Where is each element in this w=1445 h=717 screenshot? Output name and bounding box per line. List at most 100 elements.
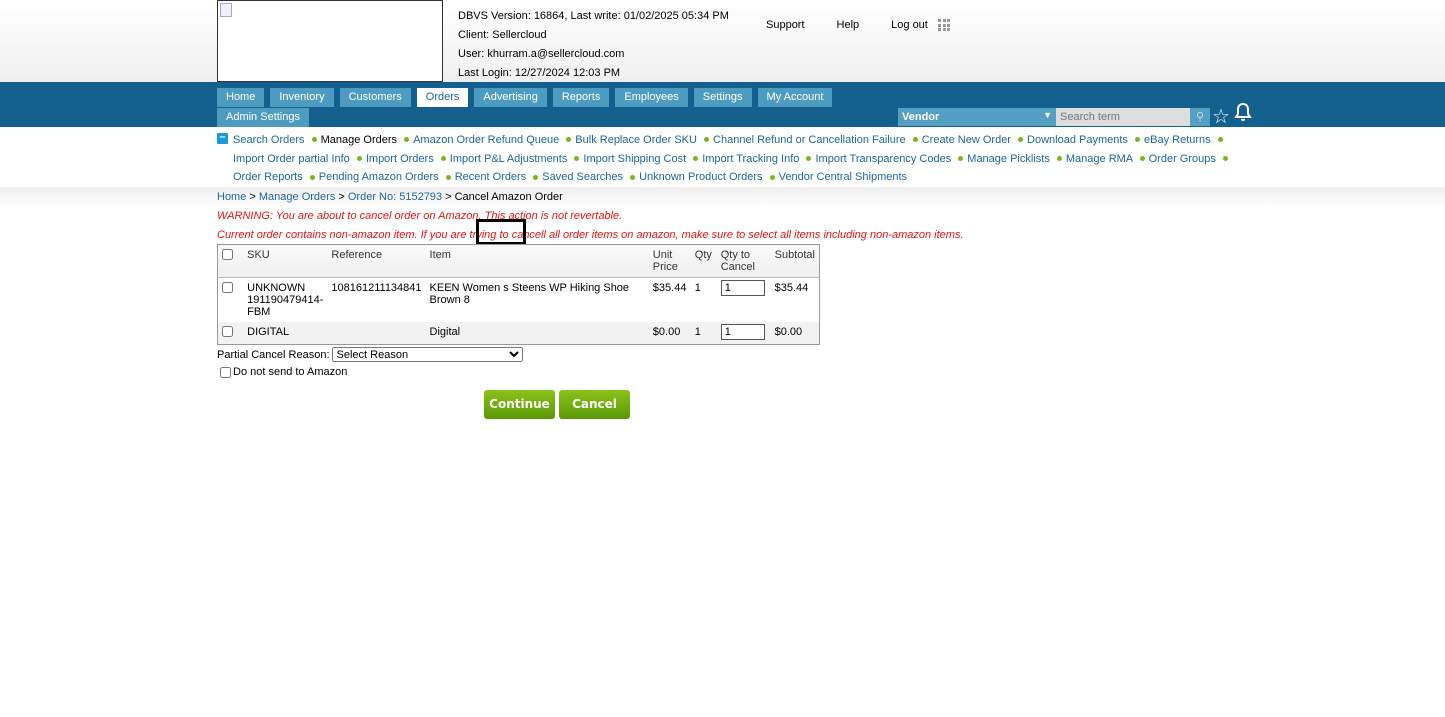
search-input[interactable] (1056, 108, 1190, 126)
subnav-import-p-l-adjustments[interactable]: Import P&L Adjustments (450, 153, 568, 165)
row-checkbox[interactable] (222, 282, 233, 293)
bullet-icon (1056, 155, 1062, 161)
bullet-icon (574, 155, 580, 161)
table-row: UNKNOWN 191190479414-FBM 108161211134841… (218, 278, 820, 323)
version-text: DBVS Version: 16864, Last write: 01/02/2… (458, 10, 729, 22)
subnav-manage-picklists[interactable]: Manage Picklists (967, 153, 1050, 165)
bullet-icon (533, 174, 539, 180)
bullet-icon (630, 174, 636, 180)
tab-employees[interactable]: Employees (615, 88, 688, 107)
search-type-select[interactable]: Vendor ▼ (898, 108, 1056, 126)
bullet-icon (1135, 137, 1140, 143)
bullet-icon (440, 155, 446, 161)
col-reference: Reference (327, 244, 426, 278)
tab-settings[interactable]: Settings (693, 88, 752, 107)
star-icon[interactable]: ☆ (1212, 104, 1230, 129)
col-qty: Qty (690, 244, 717, 278)
select-all-checkbox[interactable] (222, 249, 233, 260)
bullet-icon (566, 137, 572, 143)
breadcrumb-order[interactable]: Order No: 5152793 (348, 191, 442, 203)
subnav-search-orders[interactable]: Search Orders (233, 134, 305, 146)
subnav-manage-orders[interactable]: Manage Orders (321, 134, 397, 146)
header: DBVS Version: 16864, Last write: 01/02/2… (0, 0, 1445, 82)
tab-reports[interactable]: Reports (552, 88, 610, 107)
tab-advertising[interactable]: Advertising (474, 88, 547, 107)
continue-button[interactable]: Continue (484, 390, 555, 419)
bullet-icon (1222, 155, 1228, 161)
subnav-import-tracking-info[interactable]: Import Tracking Info (702, 153, 799, 165)
tab-orders[interactable]: Orders (416, 88, 469, 107)
qty-to-cancel-input[interactable] (720, 280, 765, 296)
warning-message: WARNING: You are about to cancel order o… (217, 210, 623, 222)
breadcrumb-home[interactable]: Home (217, 191, 246, 203)
broken-image-icon (220, 3, 232, 17)
breadcrumb-manage-orders[interactable]: Manage Orders (259, 191, 335, 203)
subnav-vendor-central-shipments[interactable]: Vendor Central Shipments (779, 171, 907, 183)
bullet-icon (693, 155, 699, 161)
subnav-manage-rma[interactable]: Manage RMA (1066, 153, 1133, 165)
tab-customers[interactable]: Customers (339, 88, 411, 107)
subnav-unknown-product-orders[interactable]: Unknown Product Orders (639, 171, 763, 183)
tab-inventory[interactable]: Inventory (270, 88, 334, 107)
subnav-channel-refund-or-cancellation-failure[interactable]: Channel Refund or Cancellation Failure (713, 134, 906, 146)
row-checkbox[interactable] (222, 326, 233, 337)
col-qty-cancel: Qty to Cancel (716, 244, 771, 278)
subtotal: $0.00 (770, 322, 820, 345)
unit-price: $35.44 (652, 282, 687, 294)
bullet-icon (311, 137, 317, 143)
subnav-import-orders[interactable]: Import Orders (366, 153, 434, 165)
subnav-saved-searches[interactable]: Saved Searches (542, 171, 623, 183)
subnav-ebay-returns[interactable]: eBay Returns (1144, 134, 1211, 146)
client-text: Client: Sellercloud (458, 29, 547, 41)
help-link[interactable]: Help (837, 19, 860, 31)
subnav-recent-orders[interactable]: Recent Orders (455, 171, 527, 183)
col-item: Item (425, 244, 649, 278)
unit-price: $0.00 (648, 322, 691, 345)
bullet-icon (704, 137, 710, 143)
subnav-pending-amazon-orders[interactable]: Pending Amazon Orders (319, 171, 439, 183)
sku: UNKNOWN 191190479414-FBM (247, 282, 324, 318)
bell-icon[interactable] (1234, 102, 1252, 122)
order-items-table: SKU Reference Item Unit Price Qty Qty to… (217, 244, 820, 345)
support-link[interactable]: Support (766, 19, 805, 31)
bullet-icon (404, 137, 410, 143)
subnav-download-payments[interactable]: Download Payments (1027, 134, 1128, 146)
bullet-icon (309, 174, 315, 180)
subnav-order-groups[interactable]: Order Groups (1149, 153, 1216, 165)
logout-link[interactable]: Log out (891, 19, 928, 31)
subnav-import-order-partial-info[interactable]: Import Order partial Info (233, 153, 350, 165)
logo-image (217, 0, 443, 82)
bullet-icon (1018, 137, 1024, 143)
qty-to-cancel-input[interactable] (720, 324, 765, 340)
collapse-icon[interactable]: – (217, 132, 228, 144)
tab-admin-settings[interactable]: Admin Settings (217, 108, 309, 127)
subnav-import-shipping-cost[interactable]: Import Shipping Cost (583, 153, 686, 165)
subnav-import-transparency-codes[interactable]: Import Transparency Codes (815, 153, 951, 165)
subnav-create-new-order[interactable]: Create New Order (922, 134, 1011, 146)
table-row: DIGITAL Digital $0.00 1 $0.00 (217, 322, 820, 345)
col-subtotal: Subtotal (770, 244, 820, 278)
subnav-order-reports[interactable]: Order Reports (233, 171, 303, 183)
sku: DIGITAL (243, 322, 328, 345)
do-not-send-label: Do not send to Amazon (233, 366, 348, 378)
reason-label: Partial Cancel Reason: (217, 349, 330, 361)
tab-my-account[interactable]: My Account (757, 88, 833, 107)
non-amazon-warning: Current order contains non-amazon item. … (217, 229, 964, 241)
do-not-send-checkbox[interactable] (220, 366, 231, 378)
search-icon[interactable]: ⚲ (1190, 108, 1210, 126)
subnav-bulk-replace-order-sku[interactable]: Bulk Replace Order SKU (575, 134, 697, 146)
cancel-reason-select[interactable]: Select Reason (331, 347, 523, 362)
bullet-icon (1139, 155, 1145, 161)
breadcrumb: Home > Manage Orders > Order No: 5152793… (217, 191, 563, 203)
chevron-down-icon: ▼ (1043, 110, 1052, 120)
item: Digital (425, 322, 649, 345)
bullet-icon (356, 155, 362, 161)
bullet-icon (445, 174, 451, 180)
apps-grid-icon[interactable] (938, 19, 950, 31)
qty: 1 (690, 322, 717, 345)
cancel-button[interactable]: Cancel (559, 390, 630, 419)
system-info: DBVS Version: 16864, Last write: 01/02/2… (458, 7, 729, 83)
tab-home[interactable]: Home (217, 88, 265, 107)
bullet-icon (1217, 137, 1223, 143)
subnav-amazon-order-refund-queue[interactable]: Amazon Order Refund Queue (413, 134, 559, 146)
